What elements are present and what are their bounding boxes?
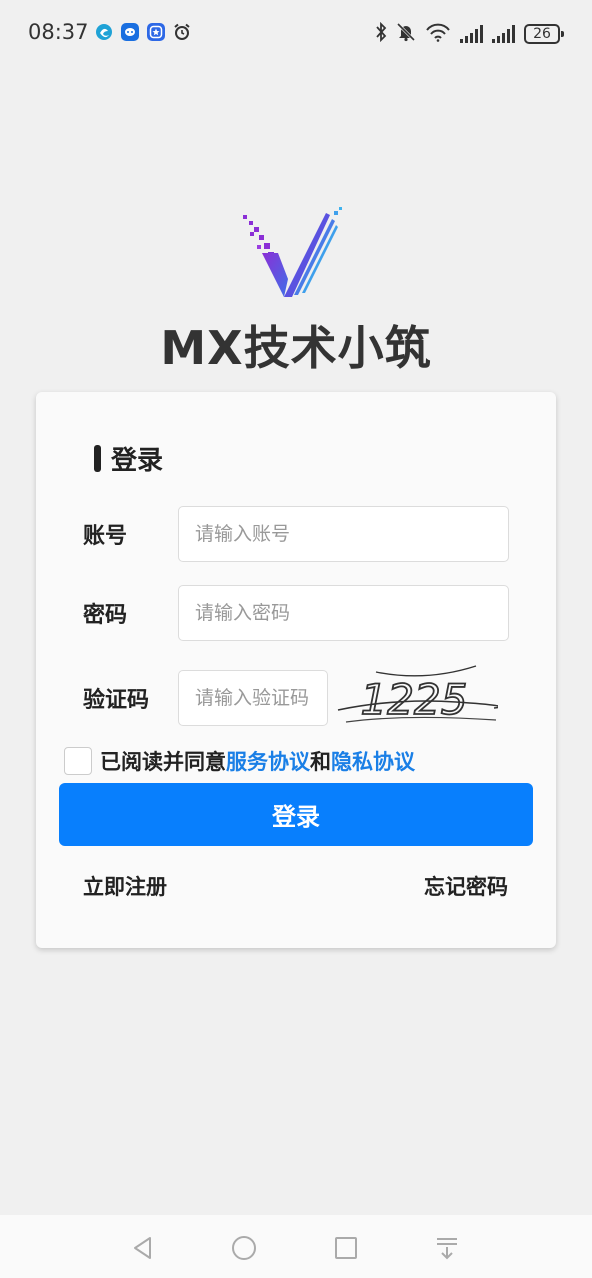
card-title: 登录 (94, 440, 163, 477)
home-circle-icon[interactable] (229, 1233, 259, 1263)
battery-icon: 26 (524, 24, 564, 44)
battery-level: 26 (524, 24, 560, 44)
status-right-icons: 26 (375, 21, 564, 46)
captcha-image[interactable]: 1225 (336, 662, 501, 732)
agreement-text: 已阅读并同意服务协议和隐私协议 (100, 746, 415, 776)
agreement-prefix: 已阅读并同意 (100, 750, 226, 774)
password-label: 密码 (83, 603, 128, 628)
bluetooth-icon (375, 21, 387, 46)
agreement-checkbox[interactable] (64, 747, 92, 775)
agreement-row: 已阅读并同意服务协议和隐私协议 (64, 746, 415, 776)
forgot-password-link[interactable]: 忘记密码 (424, 871, 508, 901)
v-logo-icon (240, 205, 344, 301)
app-badge-icon (147, 23, 165, 41)
alarm-icon (173, 23, 191, 41)
status-time: 08:37 (28, 20, 89, 44)
messenger-icon (121, 23, 139, 41)
captcha-input[interactable] (178, 670, 328, 726)
wifi-6-icon (425, 22, 451, 46)
system-nav-bar (0, 1215, 592, 1278)
agreement-conjunction: 和 (310, 750, 331, 774)
title-accent-bar (94, 445, 101, 472)
account-input[interactable] (178, 506, 509, 562)
mute-bell-icon (396, 22, 416, 46)
captcha-text: 1225 (361, 675, 468, 724)
login-title: 登录 (111, 446, 164, 476)
service-agreement-link[interactable]: 服务协议 (226, 750, 310, 774)
recents-square-icon[interactable] (331, 1233, 361, 1263)
login-button[interactable]: 登录 (59, 783, 533, 846)
account-label: 账号 (83, 524, 128, 549)
signal-icon (492, 25, 515, 43)
edge-browser-icon (95, 23, 113, 41)
status-left-icons (95, 23, 191, 41)
brand-name: MX技术小筑 (160, 321, 432, 375)
register-link[interactable]: 立即注册 (83, 871, 167, 901)
login-card: 登录 账号 密码 验证码 1225 已阅读并同意服务协议和隐私协议 登录 立即注… (36, 392, 556, 948)
status-bar: 08:37 26 (0, 0, 592, 70)
signal-icon (460, 25, 483, 43)
privacy-policy-link[interactable]: 隐私协议 (331, 750, 415, 774)
back-triangle-icon[interactable] (128, 1233, 158, 1263)
notification-pull-icon[interactable] (432, 1233, 462, 1263)
password-input[interactable] (178, 585, 509, 641)
captcha-label: 验证码 (83, 688, 150, 713)
